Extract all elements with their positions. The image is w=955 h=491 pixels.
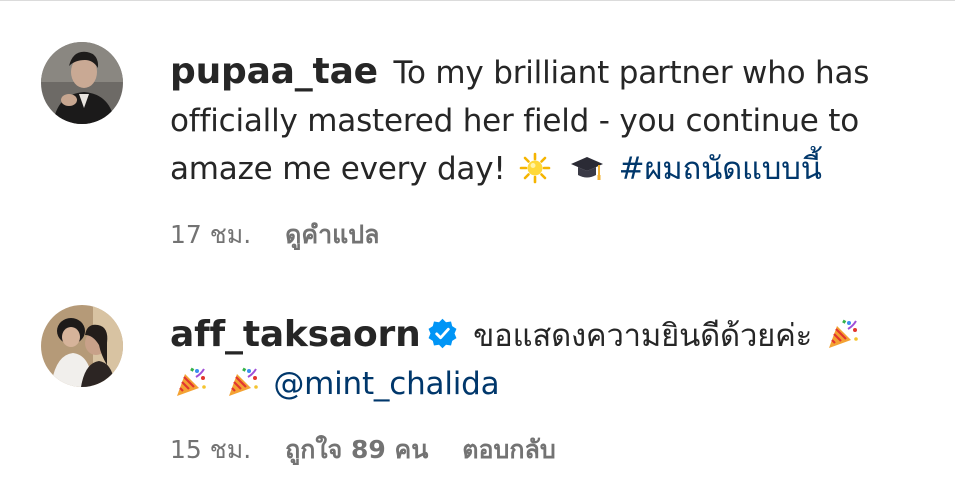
comment-username[interactable]: aff_taksaorn [170, 314, 421, 355]
likes-count-button[interactable]: ถูกใจ 89 คน [285, 435, 428, 464]
graduation-cap-emoji [569, 152, 605, 184]
avatar[interactable] [41, 42, 123, 124]
comment-meta: 15 ชม. ถูกใจ 89 คน ตอบกลับ [170, 430, 910, 470]
sun-emoji [519, 152, 551, 184]
comment-meta: 17 ชม. ดูคำแปล [170, 215, 910, 255]
comment-username[interactable]: pupaa_tae [170, 51, 378, 92]
party-popper-emoji [826, 317, 860, 351]
hashtag-link[interactable]: #ผมถนัดแบบนี้ [619, 151, 822, 187]
comment-text: pupaa_tae To my brilliant partner who ha… [170, 48, 910, 193]
see-translation-button[interactable]: ดูคำแปล [285, 220, 379, 249]
reply-button[interactable]: ตอบกลับ [462, 435, 555, 464]
avatar[interactable] [41, 305, 123, 387]
mention-link[interactable]: @mint_chalida [273, 366, 499, 402]
verified-badge-icon [427, 318, 458, 349]
comment-body: ขอแสดงความยินดีด้วยค่ะ [463, 318, 822, 354]
comment-timestamp[interactable]: 17 ชม. [170, 220, 251, 249]
party-popper-emoji [226, 365, 260, 399]
comment-timestamp[interactable]: 15 ชม. [170, 435, 251, 464]
party-popper-emoji [174, 365, 208, 399]
top-divider [0, 0, 955, 1]
comment-text: aff_taksaorn ขอแสดงความยินดีด้วยค่ะ @min… [170, 311, 910, 408]
